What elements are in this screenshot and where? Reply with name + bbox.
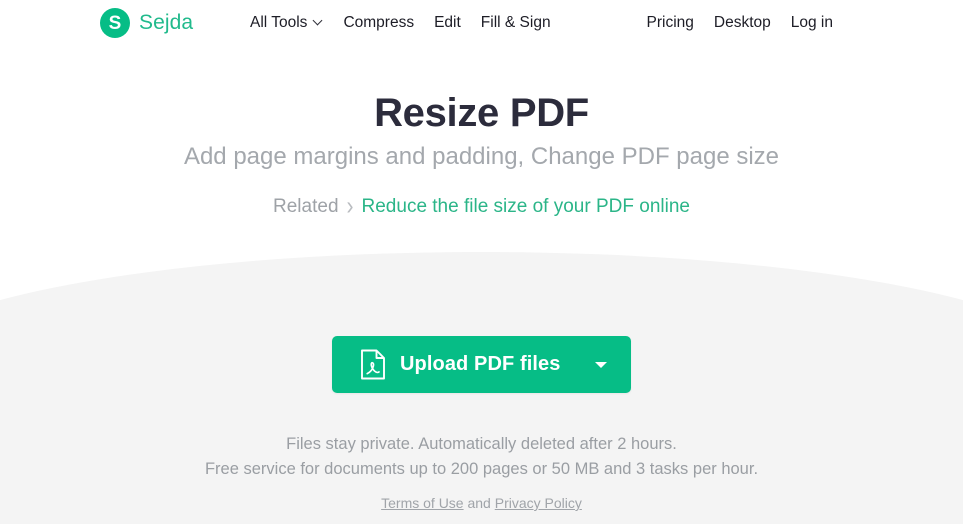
page-title: Resize PDF	[374, 91, 589, 135]
nav-item-all-tools-label: All Tools	[250, 14, 308, 31]
nav-item-desktop[interactable]: Desktop	[704, 12, 781, 34]
sejda-logo-icon: S	[100, 8, 130, 38]
related-link[interactable]: Reduce the file size of your PDF online	[362, 193, 690, 221]
site-header: S Sejda All Tools Compress Edit Fill & S…	[0, 0, 963, 46]
nav-item-pricing[interactable]: Pricing	[637, 12, 704, 34]
upload-button-label: Upload PDF files	[400, 353, 561, 375]
upload-options-caret-icon[interactable]	[594, 361, 607, 368]
pdf-file-icon	[360, 349, 386, 380]
upload-pdf-files-button[interactable]: Upload PDF files	[332, 336, 631, 393]
nav-item-edit[interactable]: Edit	[424, 12, 471, 34]
chevron-down-icon	[314, 17, 323, 26]
nav-item-all-tools[interactable]: All Tools	[240, 12, 333, 34]
nav-item-fill-and-sign[interactable]: Fill & Sign	[471, 12, 561, 34]
upload-button-area: Upload PDF files	[0, 336, 963, 393]
page-subtitle: Add page margins and padding, Change PDF…	[183, 143, 780, 170]
chevron-right-icon: ›	[346, 192, 354, 221]
privacy-notes: Files stay private. Automatically delete…	[0, 432, 963, 482]
nav-item-compress[interactable]: Compress	[333, 12, 424, 34]
terms-of-use-link[interactable]: Terms of Use	[381, 495, 463, 511]
nav-item-log-in[interactable]: Log in	[781, 12, 843, 34]
note-line-privacy: Files stay private. Automatically delete…	[286, 435, 677, 453]
related-row: Related › Reduce the file size of your P…	[0, 192, 963, 221]
primary-navigation: All Tools Compress Edit Fill & Sign	[240, 12, 561, 34]
related-label: Related	[273, 196, 339, 217]
secondary-navigation: Pricing Desktop Log in	[637, 12, 844, 34]
privacy-policy-link[interactable]: Privacy Policy	[495, 495, 582, 511]
note-line-limits: Free service for documents up to 200 pag…	[204, 460, 759, 478]
brand-name: Sejda	[139, 11, 194, 34]
page-root: S Sejda All Tools Compress Edit Fill & S…	[0, 0, 963, 524]
brand-logo-link[interactable]: S Sejda	[100, 8, 193, 38]
legal-links: Terms of Use and Privacy Policy	[0, 493, 963, 513]
legal-and-text: and	[467, 495, 491, 511]
